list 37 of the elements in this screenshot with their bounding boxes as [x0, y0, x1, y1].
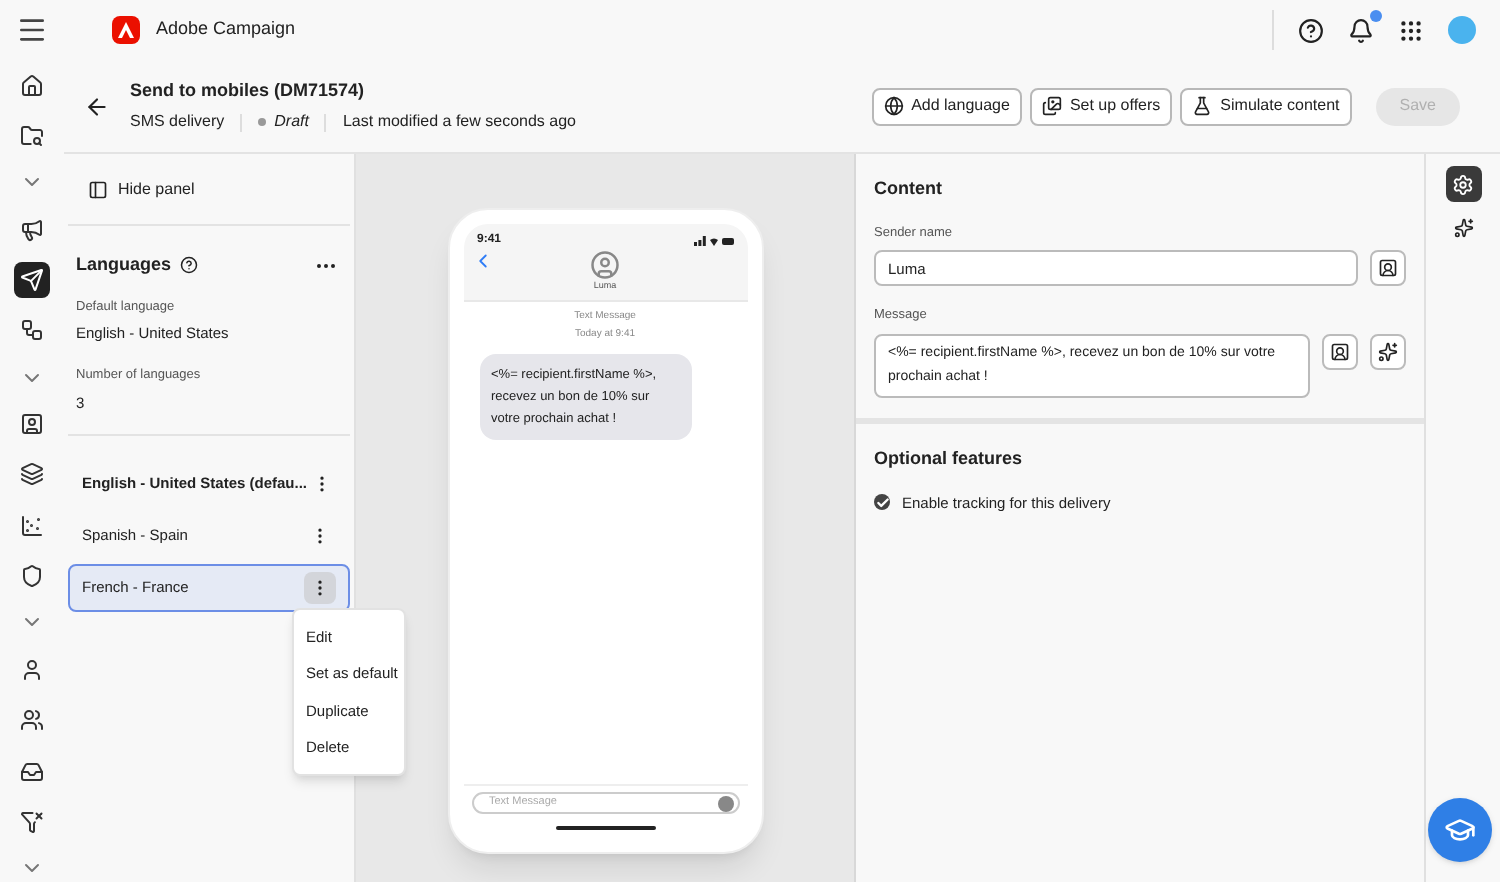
panel-icon[interactable] — [88, 179, 108, 199]
user-card-icon — [1378, 258, 1398, 279]
delivery-type: SMS delivery — [130, 110, 225, 135]
toolbar-button[interactable]: Set up offers — [1029, 87, 1173, 125]
page-title: Send to mobiles (DM71574) — [130, 77, 367, 104]
app-name: Adobe Campaign — [156, 16, 296, 43]
toolbar-button[interactable]: Simulate content — [1180, 87, 1352, 125]
learn-button[interactable] — [1428, 798, 1492, 862]
graduation-cap-icon — [1444, 814, 1476, 846]
tracking-checkbox[interactable] — [874, 494, 890, 511]
settings-button[interactable] — [1445, 166, 1481, 202]
hide-panel-link[interactable]: Hide panel — [118, 177, 195, 201]
status: Draft — [274, 110, 309, 135]
apps-icon[interactable] — [1398, 17, 1424, 43]
ai-assist-button[interactable] — [1370, 334, 1406, 370]
ai-assist-icon[interactable] — [1453, 218, 1473, 238]
contact-avatar-icon — [590, 250, 620, 280]
images-icon — [1041, 96, 1062, 116]
globe-icon — [883, 96, 904, 116]
toolbar-button[interactable]: Add language — [871, 87, 1022, 125]
personalize-button[interactable] — [1322, 334, 1359, 370]
help-icon[interactable] — [179, 256, 198, 275]
sparkle-icon — [1378, 342, 1399, 362]
status-icons — [693, 236, 733, 246]
logo-icon — [112, 16, 140, 44]
panel-title: Languages — [76, 252, 172, 278]
back-icon[interactable] — [84, 93, 110, 119]
help-icon[interactable] — [1298, 17, 1324, 43]
more-vertical-icon[interactable] — [304, 571, 336, 603]
settings-icon — [1452, 173, 1474, 195]
section-title: Content — [874, 176, 944, 202]
flask-icon — [1192, 96, 1213, 116]
last-modified: Last modified a few seconds ago — [342, 110, 576, 135]
menu-icon[interactable] — [16, 14, 48, 46]
section-title: Optional features — [874, 446, 1025, 472]
personalize-button[interactable] — [1370, 250, 1406, 287]
user-card-icon — [1330, 342, 1351, 362]
